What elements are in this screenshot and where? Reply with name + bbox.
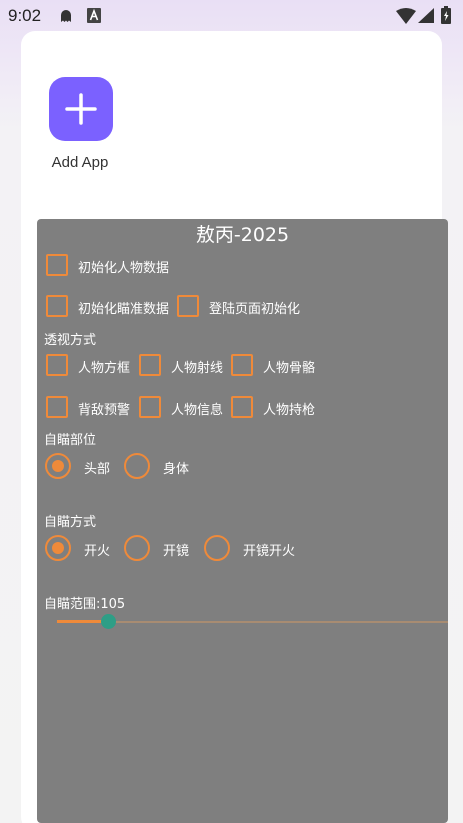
init-aim-label: 初始化瞄准数据 (78, 302, 170, 317)
init-aim-checkbox[interactable] (46, 295, 68, 317)
login-init-checkbox[interactable] (177, 295, 199, 317)
esp-back-warning-label: 背敌预警 (78, 403, 131, 418)
esp-back-warning-checkbox[interactable] (46, 396, 68, 418)
aim-range-label: 自瞄范围:105 (44, 597, 126, 612)
aim-mode-scope-fire-radio[interactable] (204, 535, 230, 561)
signal-icon (418, 8, 434, 23)
wifi-icon (396, 8, 416, 24)
aim-mode-section-title: 自瞄方式 (44, 515, 97, 530)
status-time: 9:02 (8, 6, 42, 25)
status-bar: 9:02 (0, 0, 463, 32)
aim-mode-scope-fire-label: 开镜开火 (243, 544, 296, 559)
esp-weapon-label: 人物持枪 (263, 403, 316, 418)
esp-info-label: 人物信息 (171, 403, 224, 418)
aim-mode-fire-radio[interactable] (45, 535, 71, 561)
esp-weapon-checkbox[interactable] (231, 396, 253, 418)
aim-mode-fire-label: 开火 (84, 544, 111, 559)
aim-part-body-radio[interactable] (124, 453, 150, 479)
ghost-icon (61, 10, 71, 22)
aim-part-body-label: 身体 (163, 462, 190, 477)
plus-icon (65, 93, 97, 125)
panel-title: 敖丙-2025 (195, 224, 290, 246)
login-init-label: 登陆页面初始化 (209, 302, 301, 317)
add-app-button[interactable] (49, 77, 113, 141)
aim-mode-scope-radio[interactable] (124, 535, 150, 561)
esp-box-checkbox[interactable] (46, 354, 68, 376)
font-a-icon (87, 8, 101, 23)
aim-part-head-radio[interactable] (45, 453, 71, 479)
esp-skeleton-label: 人物骨骼 (263, 361, 316, 376)
init-character-checkbox[interactable] (46, 254, 68, 276)
esp-info-checkbox[interactable] (139, 396, 161, 418)
esp-line-label: 人物射线 (171, 361, 224, 376)
esp-line-checkbox[interactable] (139, 354, 161, 376)
cheat-menu-panel[interactable]: 敖丙-2025 初始化人物数据 初始化瞄准数据 登陆页面初始化 透视方式 人物方… (37, 219, 448, 823)
esp-skeleton-checkbox[interactable] (231, 354, 253, 376)
aim-range-slider-thumb[interactable] (101, 614, 117, 629)
esp-section-title: 透视方式 (44, 333, 97, 348)
init-character-label: 初始化人物数据 (78, 261, 170, 276)
aim-mode-scope-label: 开镜 (163, 544, 190, 559)
add-app-label: Add App (51, 154, 109, 171)
esp-box-label: 人物方框 (78, 361, 131, 376)
battery-icon (441, 6, 451, 24)
aim-part-head-label: 头部 (84, 462, 111, 477)
aim-part-section-title: 自瞄部位 (44, 433, 97, 448)
